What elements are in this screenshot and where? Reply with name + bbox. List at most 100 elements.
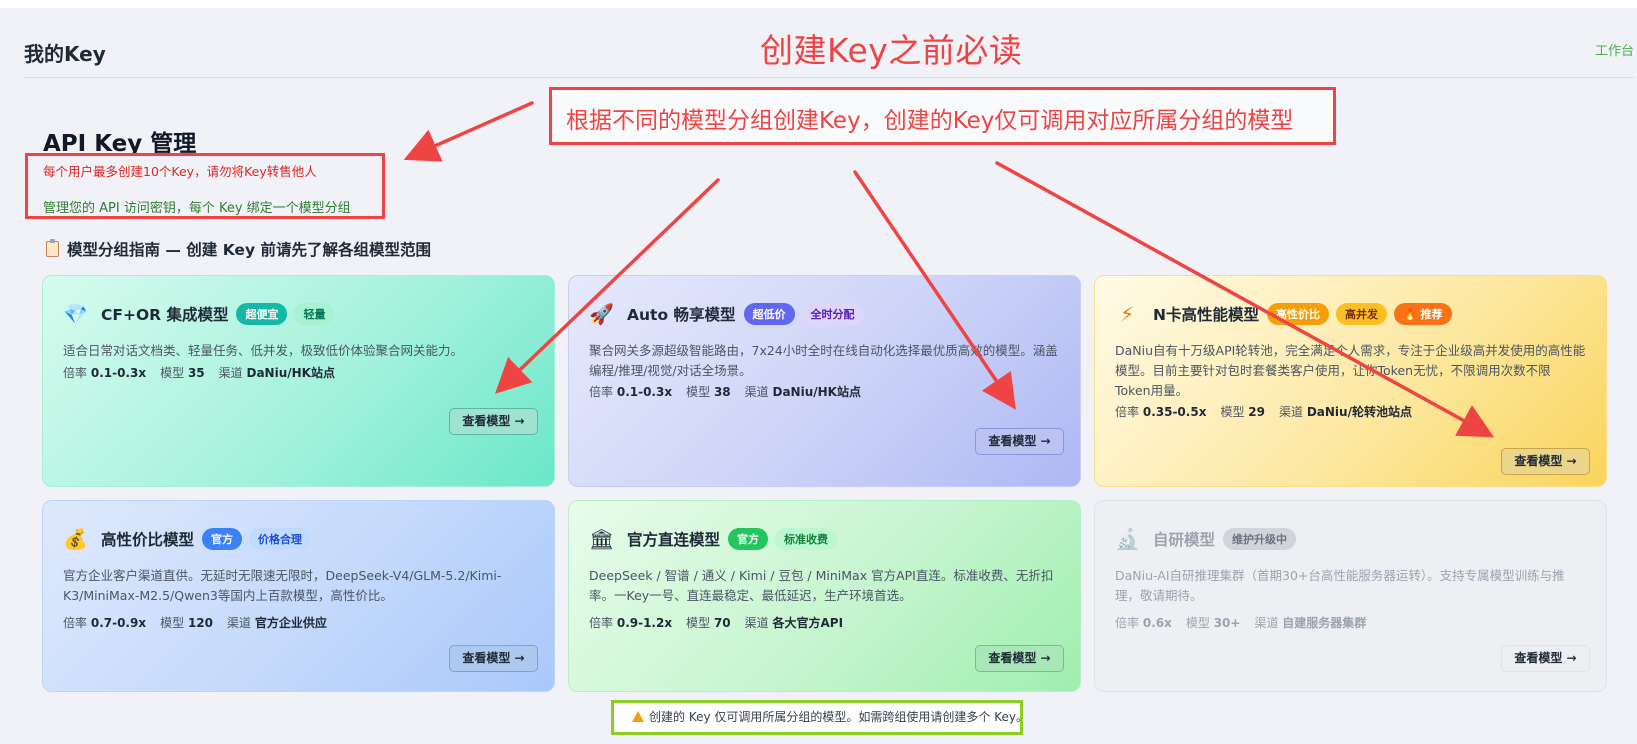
card-header: 💰 高性价比模型 官方 价格合理 (63, 527, 318, 551)
channel-label: 渠道 (227, 616, 252, 630)
view-models-button-disabled: 查看模型 → (1501, 645, 1590, 672)
card-header: ⚡ N卡高性能模型 高性价比 高并发 🔥 推荐 (1115, 302, 1459, 326)
page-title: 我的Key (24, 42, 106, 66)
annotation-headline: 创建Key之前必读 (760, 31, 1023, 70)
rate-value: 0.1-0.3x (90, 366, 147, 380)
workbench-link[interactable]: 工作台 (1595, 40, 1634, 59)
badge: 官方 (202, 528, 243, 550)
card-meta: 倍率 0.7-0.9x 模型 120 渠道 官方企业供应 (63, 614, 341, 631)
annotation-top-box: 根据不同的模型分组创建Key，创建的Key仅可调用对应所属分组的模型 (549, 87, 1336, 145)
channel-value: DaNiu/轮转池站点 (1306, 405, 1412, 419)
models-label: 模型 (686, 385, 711, 399)
model-group-card-official: 🏛 官方直连模型 官方 标准收费 DeepSeek / 智谱 / 通义 / Ki… (568, 500, 1081, 692)
card-header: 🔬 自研模型 维护升级中 (1115, 527, 1303, 551)
channel-value: 各大官方API (772, 616, 844, 630)
card-name: N卡高性能模型 (1153, 306, 1259, 324)
channel-label: 渠道 (1278, 405, 1303, 419)
badge: 标准收费 (775, 528, 838, 550)
bank-icon: 🏛 (589, 527, 615, 551)
models-value: 29 (1248, 405, 1265, 419)
card-description: 适合日常对话文档类、轻量任务、低并发，极致低价体验聚合网关能力。 (63, 343, 464, 358)
card-header: 🏛 官方直连模型 官方 标准收费 (589, 527, 844, 551)
model-group-card-nvidia: ⚡ N卡高性能模型 高性价比 高并发 🔥 推荐 DaNiu自有十万级API轮转池… (1094, 275, 1607, 487)
card-name: Auto 畅享模型 (627, 306, 736, 324)
channel-value: 自建服务器集群 (1282, 616, 1367, 630)
card-description: 官方企业客户渠道直供。无延时无限速无限时，DeepSeek-V4/GLM-5.2… (63, 568, 502, 603)
badge: 价格合理 (249, 528, 312, 550)
card-meta: 倍率 0.1-0.3x 模型 35 渠道 DaNiu/HK站点 (63, 364, 349, 381)
key-limit-notice: 每个用户最多创建10个Key，请勿将Key转售他人 (43, 164, 317, 179)
view-models-button[interactable]: 查看模型 → (975, 645, 1064, 672)
models-value: 120 (187, 616, 213, 630)
view-models-button[interactable]: 查看模型 → (975, 428, 1064, 455)
card-meta: 倍率 0.6x 模型 30+ 渠道 自建服务器集群 (1115, 614, 1380, 631)
maintenance-badge: 维护升级中 (1223, 528, 1297, 550)
model-group-card-cf-or: 💎 CF+OR 集成模型 超便宜 轻量 适合日常对话文档类、轻量任务、低并发，极… (42, 275, 555, 487)
models-label: 模型 (160, 366, 185, 380)
money-bag-icon: 💰 (63, 527, 88, 551)
models-label: 模型 (160, 616, 185, 630)
card-name: 高性价比模型 (101, 531, 195, 549)
model-group-guide-title: 模型分组指南 — 创建 Key 前请先了解各组模型范围 (46, 238, 431, 260)
channel-label: 渠道 (218, 366, 243, 380)
view-models-button[interactable]: 查看模型 → (449, 408, 538, 435)
channel-label: 渠道 (744, 616, 769, 630)
channel-value: 官方企业供应 (254, 616, 327, 630)
top-strip (0, 0, 1637, 8)
card-header: 🚀 Auto 畅享模型 超低价 全时分配 (589, 302, 871, 326)
view-models-button[interactable]: 查看模型 → (1501, 448, 1590, 475)
card-name: CF+OR 集成模型 (101, 306, 229, 324)
card-description: DaNiu-AI自研推理集群（首期30+台高性能服务器运转）。支持专属模型训练与… (1115, 568, 1565, 603)
badge: 全时分配 (801, 303, 864, 325)
rate-label: 倍率 (589, 616, 614, 630)
channel-label: 渠道 (744, 385, 769, 399)
badge: 轻量 (294, 303, 335, 325)
rate-label: 倍率 (63, 366, 88, 380)
badge: 超低价 (743, 303, 795, 325)
models-value: 35 (187, 366, 205, 380)
rate-label: 倍率 (589, 385, 614, 399)
card-description: 聚合网关多源超级智能路由，7x24小时全时在线自动化选择最优质高效的模型。涵盖编… (589, 343, 1058, 378)
guide-title-text: 模型分组指南 — 创建 Key 前请先了解各组模型范围 (67, 241, 431, 259)
model-group-card-value: 💰 高性价比模型 官方 价格合理 官方企业客户渠道直供。无延时无限速无限时，De… (42, 500, 555, 692)
models-value: 70 (713, 616, 731, 630)
models-label: 模型 (1220, 405, 1245, 419)
rate-value: 0.1-0.3x (616, 385, 673, 399)
gem-icon: 💎 (63, 302, 88, 326)
rate-value: 0.6x (1142, 616, 1172, 630)
annotation-arrow (403, 101, 534, 162)
clipboard-icon (46, 239, 59, 257)
channel-value: DaNiu/HK站点 (772, 385, 861, 399)
rocket-icon: 🚀 (589, 302, 614, 326)
card-description: DaNiu自有十万级API轮转池，完全满足个人需求，专注于企业级高并发使用的高性… (1115, 343, 1586, 398)
channel-value: DaNiu/HK站点 (246, 366, 335, 380)
card-header: 💎 CF+OR 集成模型 超便宜 轻量 (63, 302, 341, 326)
warning-icon (632, 711, 644, 722)
microscope-icon: 🔬 (1115, 527, 1140, 551)
rate-value: 0.9-1.2x (616, 616, 673, 630)
rate-value: 0.35-0.5x (1142, 405, 1207, 419)
models-label: 模型 (686, 616, 711, 630)
view-models-button[interactable]: 查看模型 → (449, 645, 538, 672)
recommended-badge: 🔥 推荐 (1393, 303, 1452, 325)
card-name: 官方直连模型 (627, 531, 721, 549)
badge: 超便宜 (236, 303, 288, 325)
badge: 高并发 (1335, 303, 1387, 325)
model-group-card-auto: 🚀 Auto 畅享模型 超低价 全时分配 聚合网关多源超级智能路由，7x24小时… (568, 275, 1081, 487)
models-value: 38 (713, 385, 731, 399)
card-meta: 倍率 0.1-0.3x 模型 38 渠道 DaNiu/HK站点 (589, 383, 875, 400)
cross-group-notice-text: 创建的 Key 仅可调用所属分组的模型。如需跨组使用请创建多个 Key。 (649, 710, 1028, 724)
models-value: 30+ (1213, 616, 1241, 630)
channel-label: 渠道 (1254, 616, 1279, 630)
badge: 高性价比 (1266, 303, 1329, 325)
badge: 官方 (728, 528, 769, 550)
annotation-top-text: 根据不同的模型分组创建Key，创建的Key仅可调用对应所属分组的模型 (566, 108, 1294, 134)
card-meta: 倍率 0.9-1.2x 模型 70 渠道 各大官方API (589, 614, 857, 631)
card-description: DeepSeek / 智谱 / 通义 / Kimi / 豆包 / MiniMax… (589, 568, 1054, 603)
lightning-icon: ⚡ (1119, 302, 1135, 326)
cross-group-notice: 创建的 Key 仅可调用所属分组的模型。如需跨组使用请创建多个 Key。 (611, 700, 1028, 735)
rate-label: 倍率 (1115, 405, 1140, 419)
card-name: 自研模型 (1153, 531, 1216, 549)
rate-label: 倍率 (1115, 616, 1140, 630)
model-group-card-self-developed: 🔬 自研模型 维护升级中 DaNiu-AI自研推理集群（首期30+台高性能服务器… (1094, 500, 1607, 692)
